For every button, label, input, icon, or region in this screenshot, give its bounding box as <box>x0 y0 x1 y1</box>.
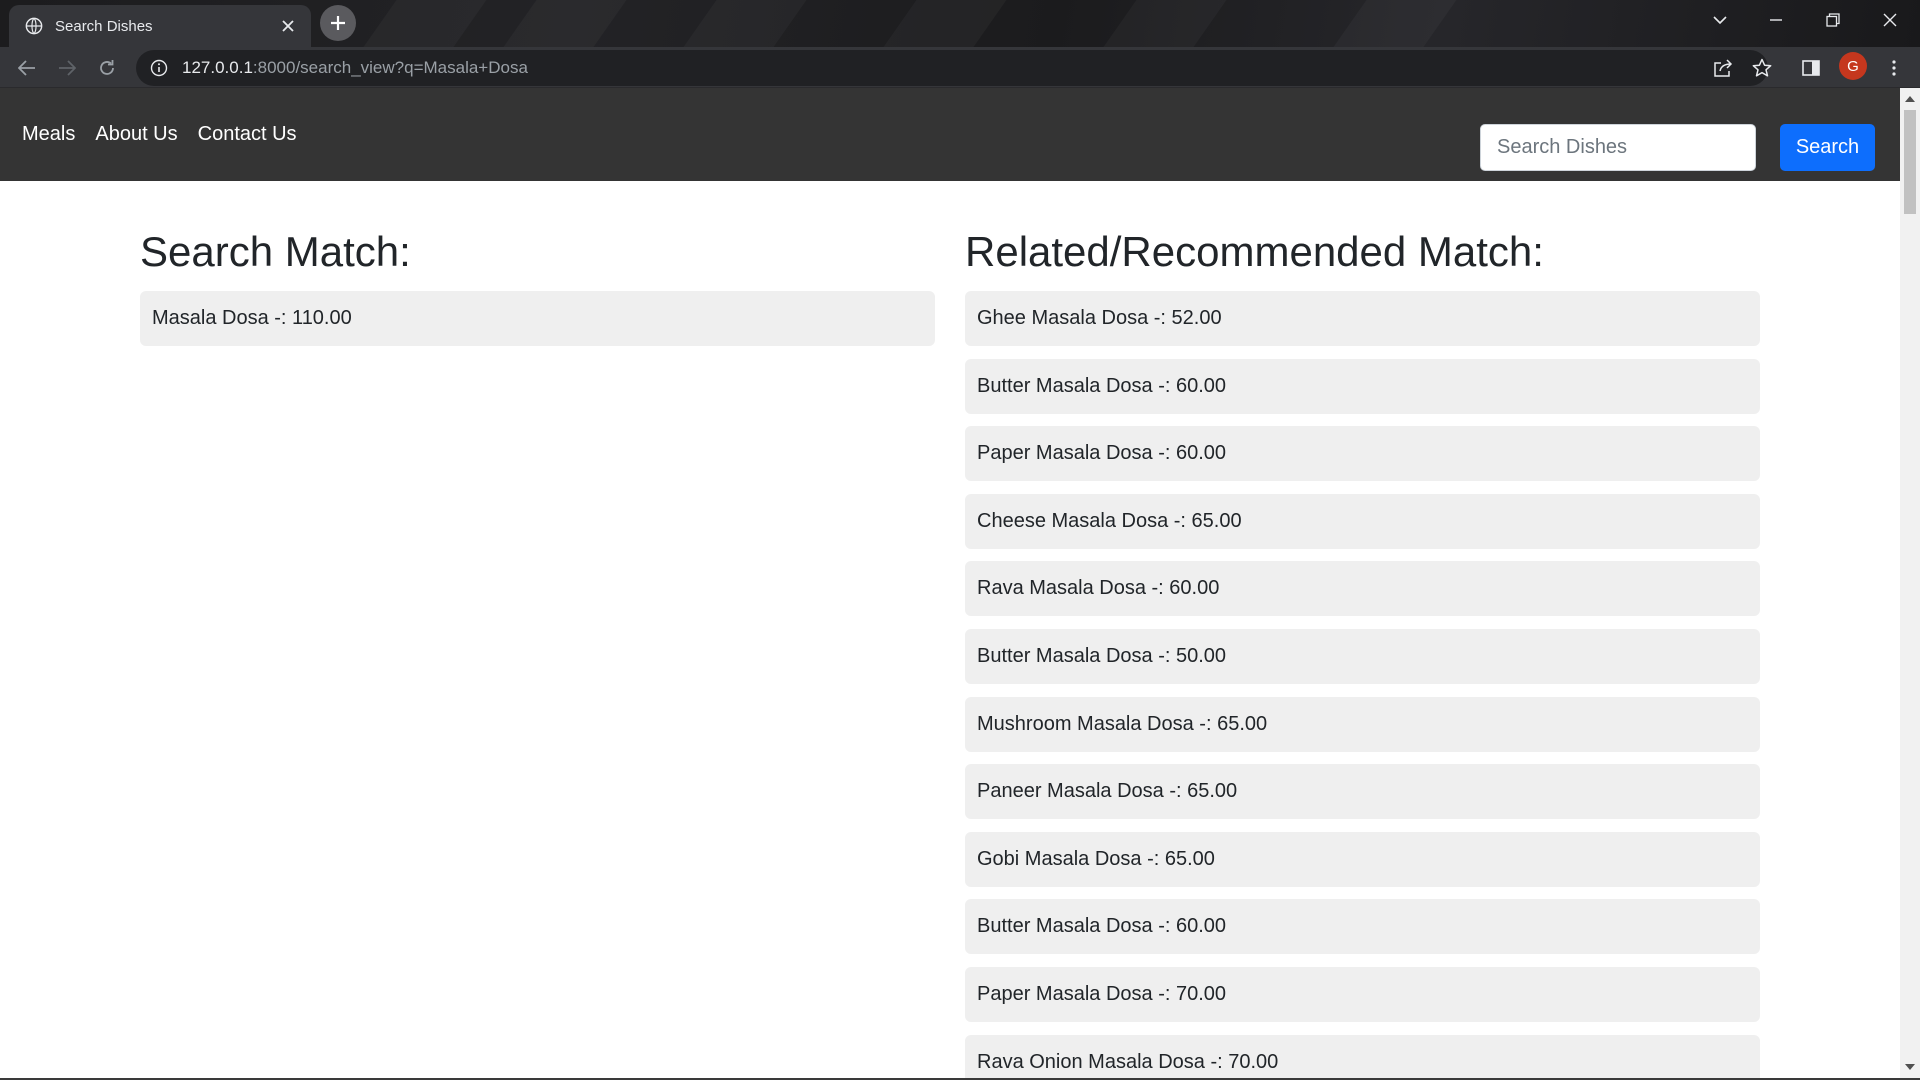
page-viewport: Meals About Us Contact Us Search Search … <box>0 88 1900 1078</box>
profile-avatar[interactable]: G <box>1839 52 1867 80</box>
reload-button[interactable] <box>91 52 123 84</box>
forward-icon <box>59 60 76 76</box>
nav-links: Meals About Us Contact Us <box>22 123 297 146</box>
search-match-column: Search Match: Masala Dosa -: 110.00 <box>140 231 935 359</box>
related-item: Paneer Masala Dosa -: 65.00 <box>965 764 1760 820</box>
search-button[interactable]: Search <box>1780 124 1875 171</box>
side-panel-button[interactable] <box>1795 52 1827 84</box>
more-icon <box>1892 60 1896 76</box>
related-item: Mushroom Masala Dosa -: 65.00 <box>965 696 1760 752</box>
page-scrollbar[interactable] <box>1900 88 1920 1078</box>
scrollbar-thumb[interactable] <box>1904 110 1916 214</box>
share-button[interactable] <box>1707 52 1739 84</box>
window-close-icon <box>1883 13 1897 27</box>
nav-link-about-us[interactable]: About Us <box>95 123 177 146</box>
browser-menu-button[interactable] <box>1878 52 1910 84</box>
background-texture <box>364 0 487 47</box>
back-icon <box>18 60 35 76</box>
search-form: Search <box>1480 124 1875 171</box>
background-texture <box>1334 0 1457 47</box>
url-text[interactable]: 127.0.0.1:8000/search_view?q=Masala+Dosa <box>182 58 528 78</box>
plus-icon <box>331 16 345 30</box>
background-texture <box>504 0 627 47</box>
related-item: Gobi Masala Dosa -: 65.00 <box>965 831 1760 887</box>
star-icon <box>1752 58 1772 77</box>
background-texture <box>684 0 807 47</box>
related-item: Butter Masala Dosa -: 60.00 <box>965 358 1760 414</box>
related-item: Paper Masala Dosa -: 70.00 <box>965 966 1760 1022</box>
minimize-button[interactable] <box>1748 0 1804 40</box>
info-icon[interactable] <box>150 59 168 77</box>
reload-icon <box>100 60 114 75</box>
related-item: Butter Masala Dosa -: 60.00 <box>965 899 1760 955</box>
search-match-item: Masala Dosa -: 110.00 <box>140 291 935 346</box>
minimize-icon <box>1770 19 1782 21</box>
close-icon[interactable] <box>277 15 299 37</box>
share-icon <box>1714 59 1733 77</box>
related-item: Paper Masala Dosa -: 60.00 <box>965 426 1760 482</box>
tab-search-button[interactable] <box>1692 0 1748 40</box>
related-item: Rava Masala Dosa -: 60.00 <box>965 561 1760 617</box>
bookmark-button[interactable] <box>1746 52 1778 84</box>
restore-icon <box>1826 13 1840 27</box>
new-tab-button[interactable] <box>320 5 356 41</box>
background-texture <box>884 0 1007 47</box>
globe-icon <box>25 17 43 35</box>
background-texture <box>1104 0 1227 47</box>
search-match-heading: Search Match: <box>140 228 411 275</box>
restore-button[interactable] <box>1805 0 1861 40</box>
scroll-up-arrow-icon[interactable] <box>1900 90 1920 108</box>
nav-link-contact-us[interactable]: Contact Us <box>198 123 297 146</box>
search-input[interactable] <box>1480 124 1756 171</box>
related-item: Ghee Masala Dosa -: 52.00 <box>965 291 1760 346</box>
browser-tab-strip: Search Dishes <box>0 0 1920 47</box>
tab-title: Search Dishes <box>55 17 153 35</box>
related-item: Cheese Masala Dosa -: 65.00 <box>965 493 1760 549</box>
related-item: Rava Onion Masala Dosa -: 70.00 <box>965 1034 1760 1078</box>
back-button[interactable] <box>11 52 43 84</box>
browser-tab[interactable]: Search Dishes <box>9 5 311 47</box>
related-heading: Related/Recommended Match: <box>965 228 1544 275</box>
related-column: Related/Recommended Match: Ghee Masala D… <box>965 231 1760 1078</box>
scroll-down-arrow-icon[interactable] <box>1900 1058 1920 1076</box>
sidepanel-icon <box>1802 60 1820 76</box>
site-navbar: Meals About Us Contact Us Search <box>0 88 1900 181</box>
forward-button[interactable] <box>51 52 83 84</box>
browser-toolbar: 127.0.0.1:8000/search_view?q=Masala+Dosa <box>0 47 1920 88</box>
related-item: Butter Masala Dosa -: 50.00 <box>965 628 1760 684</box>
nav-link-meals[interactable]: Meals <box>22 123 75 146</box>
address-bar[interactable]: 127.0.0.1:8000/search_view?q=Masala+Dosa <box>136 50 1768 86</box>
window-close-button[interactable] <box>1862 0 1918 40</box>
chevron-down-icon <box>1713 16 1727 25</box>
